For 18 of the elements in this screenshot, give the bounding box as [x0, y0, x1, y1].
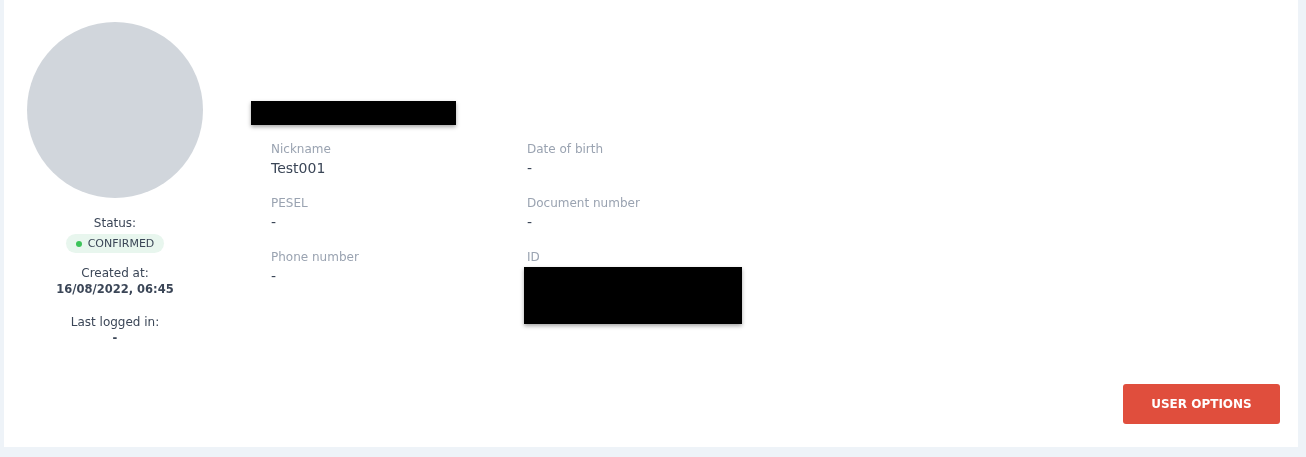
field-value: -: [271, 267, 278, 286]
field-value: -: [527, 213, 534, 232]
field-label: Document number: [527, 195, 641, 211]
status-label: Status:: [93, 215, 137, 231]
field-label: ID: [527, 249, 541, 265]
field-value: -: [271, 213, 278, 232]
created-label: Created at:: [81, 265, 149, 281]
user-options-button[interactable]: USER OPTIONS: [1123, 384, 1280, 424]
field-label: Date of birth: [527, 141, 605, 157]
field-value: Test001: [271, 159, 327, 178]
field-label: Phone number: [271, 249, 360, 265]
last-login-value: -: [112, 330, 118, 346]
field-label: Nickname: [271, 141, 332, 157]
last-login-label: Last logged in:: [70, 314, 160, 330]
field-value: -: [527, 159, 534, 178]
created-value: 16/08/2022, 06:45: [56, 281, 174, 297]
field-label: PESEL: [271, 195, 309, 211]
status-text: CONFIRMED: [87, 237, 155, 250]
